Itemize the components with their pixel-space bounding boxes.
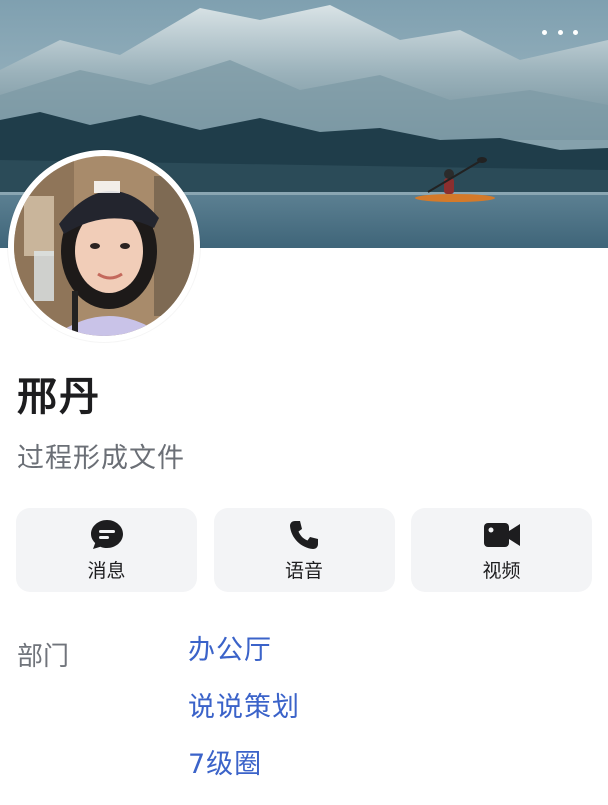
action-bar: 消息 语音 视频 [16, 508, 592, 592]
department-item[interactable]: 办公厅 [188, 634, 300, 691]
avatar[interactable] [8, 150, 200, 342]
voice-call-button-label: 语音 [284, 559, 323, 582]
phone-icon [290, 520, 318, 549]
department-label: 部门 [17, 642, 70, 672]
video-call-button-label: 视频 [482, 559, 521, 582]
department-item[interactable]: 说说策划 [188, 691, 300, 748]
video-camera-icon [483, 522, 520, 547]
profile-signature: 过程形成文件 [17, 443, 185, 474]
video-call-button[interactable]: 视频 [411, 508, 592, 592]
chat-bubble-icon [90, 519, 123, 549]
message-button[interactable]: 消息 [16, 508, 197, 592]
avatar-photo [14, 156, 194, 336]
more-options-icon[interactable] [542, 22, 578, 42]
department-list: 办公厅 说说策划 7级圈 [188, 634, 300, 805]
message-button-label: 消息 [87, 559, 126, 582]
profile-name: 邢丹 [17, 374, 101, 420]
department-item[interactable]: 7级圈 [188, 748, 300, 805]
voice-call-button[interactable]: 语音 [213, 508, 395, 592]
